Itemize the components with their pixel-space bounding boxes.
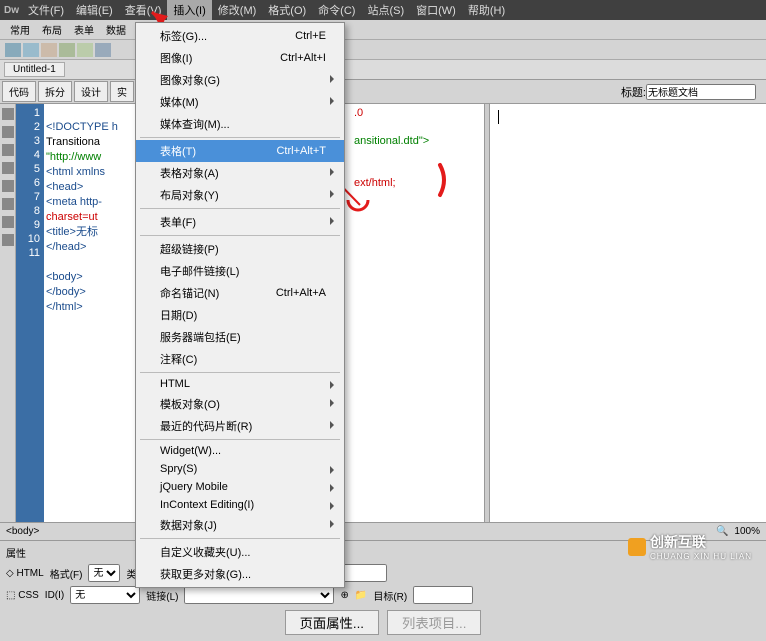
toolbar-tab-forms[interactable]: 表单: [68, 21, 100, 38]
insert-toolbar: 常用 布局 表单 数据 Spry: [0, 20, 766, 40]
menu-site[interactable]: 站点(S): [361, 0, 410, 20]
menu-item[interactable]: 数据对象(J): [136, 514, 344, 536]
html-mode-button[interactable]: ◇ HTML: [6, 568, 44, 579]
line-numbers: 123 456 789 1011: [16, 104, 44, 522]
menu-view[interactable]: 查看(V): [119, 0, 168, 20]
tool-hyperlink-icon[interactable]: [5, 43, 21, 57]
toolbar-tab-layout[interactable]: 布局: [36, 21, 68, 38]
id-label: ID(I): [45, 590, 64, 601]
menu-item[interactable]: 电子邮件链接(L): [136, 260, 344, 282]
menu-item[interactable]: 媒体查询(M)...: [136, 113, 344, 135]
tool-div-icon[interactable]: [77, 43, 93, 57]
menu-file[interactable]: 文件(F): [22, 0, 70, 20]
tag-selector[interactable]: <body>: [6, 526, 39, 537]
menu-item[interactable]: jQuery Mobile: [136, 478, 344, 496]
insert-toolbar-icons: [0, 40, 766, 60]
menu-edit[interactable]: 编辑(E): [70, 0, 119, 20]
toolbar-tab-common[interactable]: 常用: [4, 21, 36, 38]
view-split-button[interactable]: 拆分: [38, 81, 72, 102]
code-tool-icon[interactable]: [2, 162, 14, 174]
menu-item[interactable]: 表单(F): [136, 211, 344, 233]
page-properties-button[interactable]: 页面属性...: [285, 610, 379, 635]
doc-tab-untitled[interactable]: Untitled-1: [4, 62, 65, 77]
tool-email-icon[interactable]: [23, 43, 39, 57]
target-input[interactable]: [413, 586, 473, 604]
link-select[interactable]: [184, 586, 334, 604]
watermark-icon: [628, 538, 646, 556]
main-area: 123 456 789 1011 <!DOCTYPE h Transitiona…: [0, 104, 766, 522]
link-label: 链接(L): [146, 588, 178, 603]
target-label: 目标(R): [373, 588, 407, 603]
menu-item[interactable]: 最近的代码片断(R): [136, 415, 344, 437]
menu-item[interactable]: 表格对象(A): [136, 162, 344, 184]
menu-insert[interactable]: 插入(I): [167, 0, 211, 20]
menu-item[interactable]: Widget(W)...: [136, 442, 344, 460]
title-input[interactable]: [646, 84, 756, 100]
menu-format[interactable]: 格式(O): [262, 0, 312, 20]
menu-item[interactable]: 媒体(M): [136, 91, 344, 113]
menu-item[interactable]: HTML: [136, 375, 344, 393]
menu-item[interactable]: 注释(C): [136, 348, 344, 370]
menu-item[interactable]: 服务器端包括(E): [136, 326, 344, 348]
menu-bar: Dw 文件(F) 编辑(E) 查看(V) 插入(I) 修改(M) 格式(O) 命…: [0, 0, 766, 20]
menu-help[interactable]: 帮助(H): [462, 0, 511, 20]
code-tool-icon[interactable]: [2, 144, 14, 156]
view-live-button[interactable]: 实: [110, 81, 134, 102]
menu-item[interactable]: 命名锚记(N)Ctrl+Alt+A: [136, 282, 344, 304]
menu-item[interactable]: 图像(I)Ctrl+Alt+I: [136, 47, 344, 69]
browse-icon[interactable]: 📁: [355, 590, 367, 601]
menu-item[interactable]: 布局对象(Y): [136, 184, 344, 206]
menu-item[interactable]: 自定义收藏夹(U)...: [136, 541, 344, 563]
app-logo: Dw: [4, 5, 22, 16]
menu-item[interactable]: 超级链接(P): [136, 238, 344, 260]
watermark: 创新互联 CHUANG XIN HU LIAN: [628, 532, 752, 561]
format-label: 格式(F): [50, 566, 83, 581]
list-item-button[interactable]: 列表项目...: [387, 610, 481, 635]
menu-modify[interactable]: 修改(M): [212, 0, 263, 20]
menu-window[interactable]: 窗口(W): [410, 0, 462, 20]
tool-anchor-icon[interactable]: [41, 43, 57, 57]
view-code-button[interactable]: 代码: [2, 81, 36, 102]
format-select[interactable]: 无: [88, 564, 120, 582]
id-select[interactable]: 无: [70, 586, 140, 604]
view-toolbar: 代码 拆分 设计 实 标题:: [0, 80, 766, 104]
menu-item[interactable]: Spry(S): [136, 460, 344, 478]
menu-item[interactable]: 日期(D): [136, 304, 344, 326]
insert-menu-dropdown: 标签(G)...Ctrl+E图像(I)Ctrl+Alt+I图像对象(G)媒体(M…: [135, 22, 345, 588]
code-tool-icon[interactable]: [2, 198, 14, 210]
css-mode-button[interactable]: ⬚ CSS: [6, 590, 39, 601]
menu-item[interactable]: 标签(G)...Ctrl+E: [136, 25, 344, 47]
document-tabs: Untitled-1: [0, 60, 766, 80]
code-tool-icon[interactable]: [2, 180, 14, 192]
code-tool-icon[interactable]: [2, 108, 14, 120]
menu-item[interactable]: 模板对象(O): [136, 393, 344, 415]
design-cursor: [498, 110, 499, 124]
menu-item[interactable]: 表格(T)Ctrl+Alt+T: [136, 140, 344, 162]
point-to-file-icon[interactable]: ⊕: [340, 590, 348, 601]
menu-commands[interactable]: 命令(C): [312, 0, 361, 20]
view-design-button[interactable]: 设计: [74, 81, 108, 102]
code-tool-icon[interactable]: [2, 234, 14, 246]
code-toolbar: [0, 104, 16, 522]
toolbar-tab-data[interactable]: 数据: [100, 21, 132, 38]
code-tool-icon[interactable]: [2, 126, 14, 138]
code-tool-icon[interactable]: [2, 216, 14, 228]
menu-item[interactable]: 图像对象(G): [136, 69, 344, 91]
tool-table-icon[interactable]: [59, 43, 75, 57]
menu-item[interactable]: 获取更多对象(G)...: [136, 563, 344, 585]
menu-item[interactable]: InContext Editing(I): [136, 496, 344, 514]
title-label: 标题:: [621, 84, 646, 100]
design-view[interactable]: [490, 104, 766, 522]
tool-image-icon[interactable]: [95, 43, 111, 57]
